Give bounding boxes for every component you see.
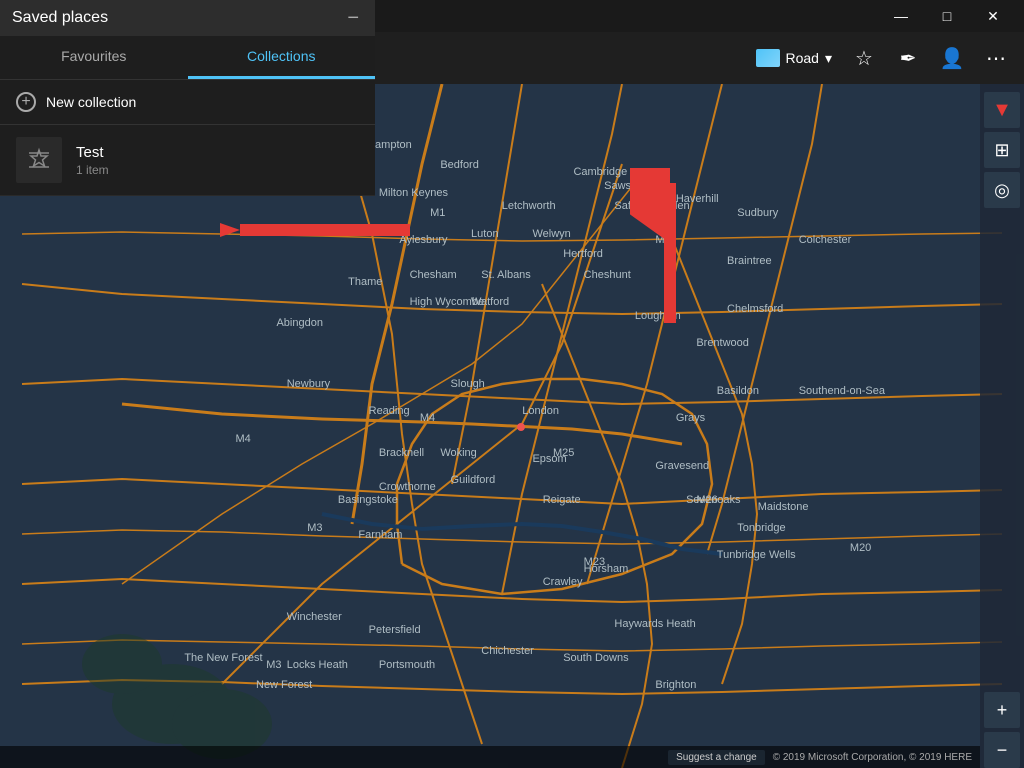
map-controls: ▼ ⊞ ◎ + − xyxy=(980,84,1024,768)
road-icon xyxy=(756,49,780,67)
collection-count: 1 item xyxy=(76,163,359,177)
minimize-button[interactable]: — xyxy=(878,0,924,32)
grid-button[interactable]: ⊞ xyxy=(984,132,1020,168)
star-icon: ☆ xyxy=(855,46,873,71)
account-icon: 👤 xyxy=(940,46,965,71)
copyright-text: © 2019 Microsoft Corporation, © 2019 HER… xyxy=(773,752,972,763)
london-marker xyxy=(517,423,525,431)
tab-favourites[interactable]: Favourites xyxy=(0,36,188,79)
more-icon: ⋯ xyxy=(986,46,1006,71)
compass-button[interactable]: ▼ xyxy=(984,92,1020,128)
map-type-button[interactable]: Road ▾ xyxy=(748,45,841,71)
chevron-down-icon: ▾ xyxy=(825,50,832,67)
pen-icon: ✒ xyxy=(900,46,917,71)
account-button[interactable]: 👤 xyxy=(932,38,972,78)
zoom-out-button[interactable]: − xyxy=(984,732,1020,768)
panel-header: Saved places − xyxy=(0,0,375,36)
collection-info: Test 1 item xyxy=(76,144,359,177)
suggest-change-button[interactable]: Suggest a change xyxy=(668,750,765,765)
new-collection-button[interactable]: + New collection xyxy=(0,80,375,125)
tabs-row: Favourites Collections xyxy=(0,36,375,80)
close-button[interactable]: ✕ xyxy=(970,0,1016,32)
collection-icon xyxy=(16,137,62,183)
road-label: Road xyxy=(786,50,819,66)
maximize-button[interactable]: □ xyxy=(924,0,970,32)
panel-title: Saved places xyxy=(12,9,108,27)
window-controls: — □ ✕ xyxy=(878,0,1016,32)
panel-minimize-button[interactable]: − xyxy=(343,8,363,28)
zoom-in-button[interactable]: + xyxy=(984,692,1020,728)
saved-places-panel: Saved places − Favourites Collections + … xyxy=(0,0,375,196)
collection-name: Test xyxy=(76,144,359,161)
tab-collections[interactable]: Collections xyxy=(188,36,376,79)
new-collection-label: New collection xyxy=(46,94,136,110)
plus-icon: + xyxy=(16,92,36,112)
favorites-button[interactable]: ☆ xyxy=(844,38,884,78)
ink-button[interactable]: ✒ xyxy=(888,38,928,78)
map-bottom-bar: Suggest a change © 2019 Microsoft Corpor… xyxy=(0,746,980,768)
location-button[interactable]: ◎ xyxy=(984,172,1020,208)
more-button[interactable]: ⋯ xyxy=(976,38,1016,78)
collection-item-test[interactable]: Test 1 item xyxy=(0,125,375,196)
